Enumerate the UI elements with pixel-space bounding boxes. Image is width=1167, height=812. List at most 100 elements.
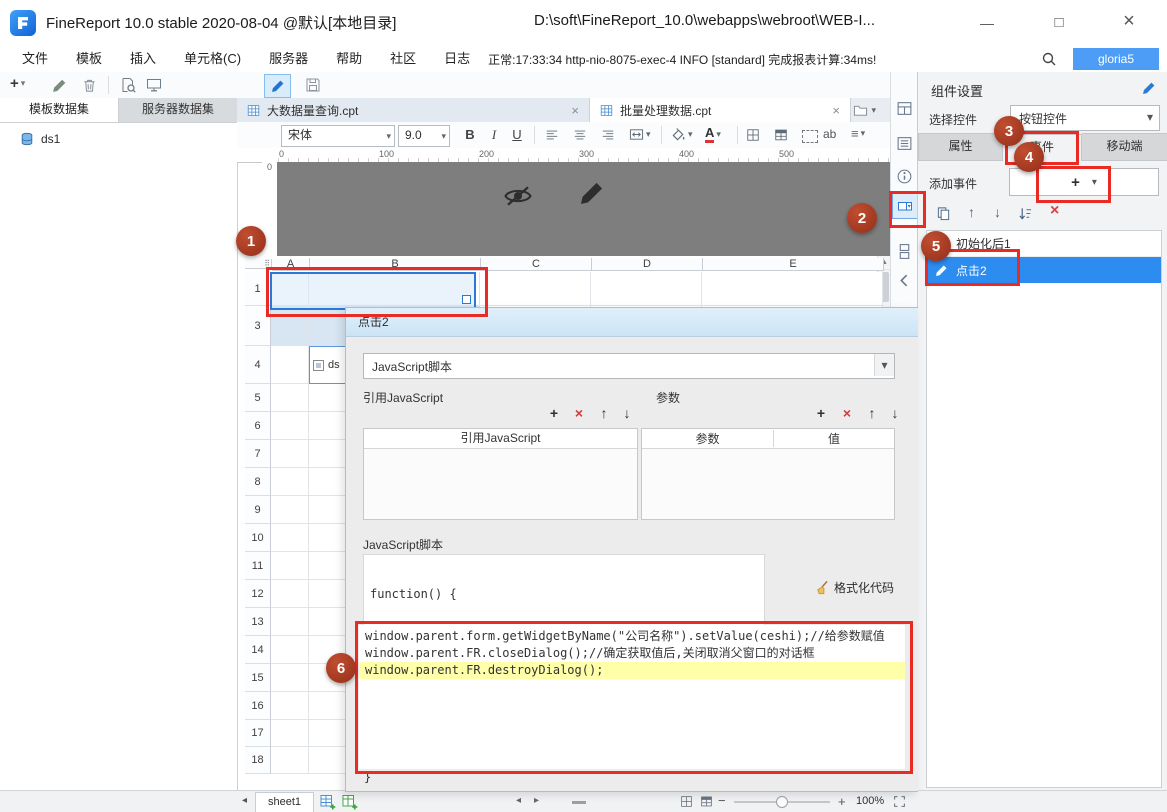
row-header[interactable]: 5 (245, 384, 271, 412)
grid-cell[interactable] (271, 552, 309, 580)
fill-color-button[interactable]: ▾ (671, 127, 693, 142)
save-icon[interactable] (305, 77, 321, 93)
ref-js-table[interactable]: 引用JavaScript (363, 428, 638, 520)
row-header[interactable]: 14 (245, 636, 271, 664)
grid-cell[interactable] (271, 468, 309, 496)
font-family-select[interactable]: 宋体 ▾ (281, 125, 395, 147)
row-header[interactable]: 6 (245, 412, 271, 440)
cell-attributes-panel-icon[interactable] (896, 135, 913, 152)
param-delete-button[interactable]: × (837, 404, 857, 422)
font-color-button[interactable]: A ▾ (705, 126, 721, 143)
close-tab-icon[interactable]: × (832, 103, 840, 118)
edit-widget-pencil-icon[interactable] (579, 180, 605, 206)
full-view-icon[interactable] (700, 795, 713, 808)
sheet-nav-icon[interactable]: ◂ (242, 795, 247, 806)
fit-window-icon[interactable] (893, 795, 906, 808)
ref-js-moveup-button[interactable]: ↑ (594, 404, 614, 422)
tab-server-datasets[interactable]: 服务器数据集 (119, 98, 237, 122)
tab-properties[interactable]: 属性 (918, 133, 1003, 161)
add-poly-sheet-icon[interactable] (342, 794, 358, 810)
code-editor-header[interactable]: function() { (363, 554, 765, 626)
grid-cell[interactable] (591, 272, 702, 306)
hierarchy-panel-icon[interactable] (896, 243, 913, 260)
grid-cell[interactable] (271, 580, 309, 608)
ref-js-add-button[interactable]: + (544, 404, 564, 422)
menu-item-community[interactable]: 社区 (376, 46, 430, 72)
merge-cells-button[interactable]: ▾ (629, 127, 651, 142)
zoom-slider-handle[interactable] (776, 796, 788, 808)
row-header[interactable]: 16 (245, 692, 271, 720)
menu-item-server[interactable]: 服务器 (255, 46, 322, 72)
dataset-item-ds1[interactable]: ds1 (20, 132, 237, 146)
row-header[interactable]: 17 (245, 720, 271, 747)
grid-cell[interactable] (271, 440, 309, 468)
form-parameter-canvas[interactable] (277, 162, 890, 256)
zoom-out-icon[interactable]: − (718, 793, 726, 808)
menu-item-insert[interactable]: 插入 (116, 46, 170, 72)
grid-cell[interactable] (271, 720, 309, 747)
italic-button[interactable]: I (485, 125, 503, 145)
ref-js-delete-button[interactable]: × (569, 404, 589, 422)
column-header-d[interactable]: D (592, 257, 703, 271)
param-add-button[interactable]: + (811, 404, 831, 422)
grid-cell[interactable] (271, 747, 309, 774)
grid-cell[interactable] (271, 664, 309, 692)
row-header[interactable]: 7 (245, 440, 271, 468)
hidden-widget-eye-slash-icon[interactable] (503, 184, 533, 208)
info-panel-icon[interactable] (896, 168, 913, 185)
sheet-tab[interactable]: sheet1 (255, 792, 315, 812)
align-left-icon[interactable] (545, 128, 559, 142)
row-header[interactable]: 4 (245, 346, 271, 384)
zoom-slider-track[interactable] (734, 796, 830, 808)
search-icon[interactable] (1041, 51, 1057, 67)
document-tab-1[interactable]: 大数据量查询.cpt × (237, 98, 590, 122)
preview-dataset-icon[interactable] (120, 77, 136, 93)
menu-item-template[interactable]: 模板 (62, 46, 116, 72)
edit-widget-icon[interactable] (1142, 81, 1156, 95)
splitter-handle[interactable] (572, 801, 586, 804)
menu-item-help[interactable]: 帮助 (322, 46, 376, 72)
add-dataset-button[interactable]: + ▾ (10, 75, 25, 92)
params-table[interactable]: 参数 值 (641, 428, 895, 520)
column-header-c[interactable]: C (481, 257, 592, 271)
grid-cell[interactable] (271, 692, 309, 720)
tab-list-button[interactable]: ▾ (853, 103, 876, 118)
grid-cell[interactable] (271, 636, 309, 664)
event-type-select[interactable]: JavaScript脚本 ▾ (363, 353, 895, 379)
borders-icon[interactable] (746, 128, 760, 142)
underline-button[interactable]: U (508, 125, 526, 145)
grid-cell[interactable] (271, 384, 309, 412)
delete-dataset-trash-icon[interactable] (82, 78, 97, 93)
row-header[interactable]: 9 (245, 496, 271, 524)
user-badge[interactable]: gloria5 (1073, 48, 1159, 70)
menu-item-log[interactable]: 日志 (430, 46, 484, 72)
collapse-panel-icon[interactable] (896, 272, 913, 289)
menu-item-file[interactable]: 文件 (8, 46, 62, 72)
close-tab-icon[interactable]: × (571, 103, 579, 118)
widget-select[interactable]: 按钮控件 ▾ (1010, 105, 1160, 131)
format-code-button[interactable]: 格式化代码 (814, 579, 894, 596)
row-header[interactable]: 18 (245, 747, 271, 774)
chevron-down-icon[interactable]: ▾ (874, 354, 894, 376)
bold-button[interactable]: B (461, 125, 479, 145)
data-connection-icon[interactable] (146, 77, 162, 93)
param-movedown-button[interactable]: ↓ (885, 404, 905, 422)
font-size-select[interactable]: 9.0 ▾ (398, 125, 450, 147)
page-next-icon[interactable]: ▸ (534, 795, 539, 806)
row-header[interactable]: 15 (245, 664, 271, 692)
grid-cell[interactable] (480, 272, 591, 306)
grid-cell[interactable] (702, 272, 883, 306)
table-style-icon[interactable] (774, 128, 788, 142)
ref-js-movedown-button[interactable]: ↓ (617, 404, 637, 422)
move-event-down-icon[interactable]: ↓ (994, 204, 1001, 220)
document-tab-2[interactable]: 批量处理数据.cpt × (590, 98, 851, 122)
form-edit-button[interactable] (264, 74, 291, 98)
minimize-button[interactable]: — (970, 8, 1004, 38)
copy-event-icon[interactable] (936, 206, 951, 221)
grid-cell[interactable] (271, 346, 309, 384)
sort-events-icon[interactable] (1018, 206, 1033, 221)
page-view-icon[interactable] (680, 795, 693, 808)
grid-cell[interactable] (271, 496, 309, 524)
add-grid-sheet-icon[interactable] (320, 794, 336, 810)
move-event-up-icon[interactable]: ↑ (968, 204, 975, 220)
